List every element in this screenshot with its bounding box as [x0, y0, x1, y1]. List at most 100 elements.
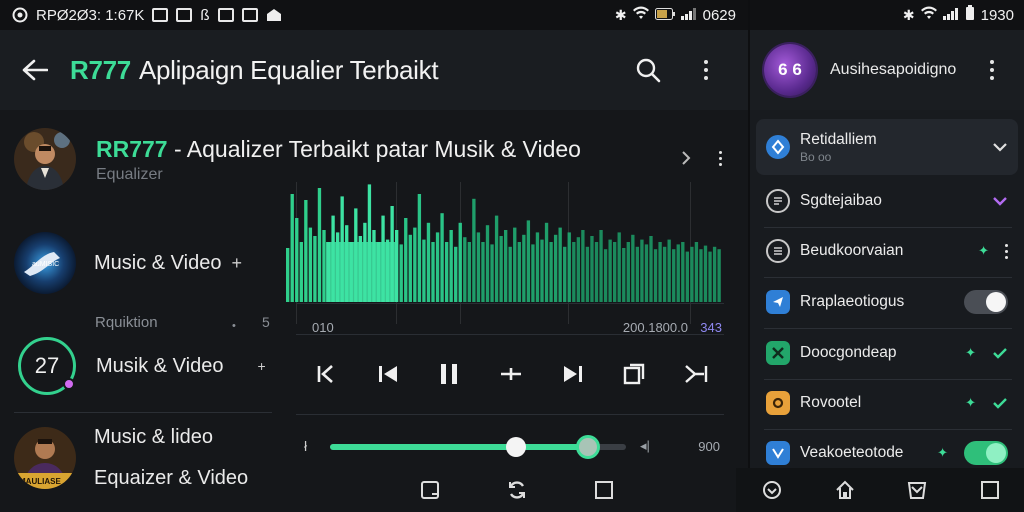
track-brand: RR777: [96, 136, 168, 162]
list-item-label: Musik & Video: [96, 354, 224, 377]
visualizer-bar: [404, 218, 408, 302]
visualizer-bar: [640, 239, 644, 302]
visualizer-bar: [626, 242, 630, 302]
settings-row-label: Rovootel: [800, 394, 862, 411]
nav-shield-button[interactable]: [897, 470, 937, 510]
visualizer-bar: [286, 248, 290, 302]
signal-icon: [942, 7, 959, 24]
slider-thumb[interactable]: [506, 437, 527, 457]
visualizer-bar: [417, 194, 422, 302]
dot-indicator: ✦: [937, 445, 948, 460]
visualizer-bar: [522, 234, 526, 302]
track-open-button[interactable]: [676, 138, 696, 178]
nav-home-button[interactable]: [825, 470, 865, 510]
nav-recent-button[interactable]: [410, 470, 450, 510]
volume-slider[interactable]: ł ◂| 900: [300, 432, 724, 462]
visualizer-bar: [535, 232, 540, 302]
settings-row-2[interactable]: Beudkoorvaian ✦: [756, 226, 1018, 276]
account-header[interactable]: 6 6 Ausihesapoidigno: [750, 30, 1024, 110]
pause-button[interactable]: [431, 356, 467, 392]
settings-row-0[interactable]: Retidalliem Bo oo: [756, 119, 1018, 175]
row-more-icon[interactable]: [1005, 243, 1008, 259]
expand-icon[interactable]: +: [257, 358, 265, 374]
kebab-icon: [718, 150, 722, 166]
visualizer-bar: [622, 248, 626, 302]
settings-row-3[interactable]: Rraplaeotiogus: [756, 277, 1018, 327]
settings-row-5[interactable]: Rovootel ✦: [756, 378, 1018, 428]
visualizer-bar: [354, 208, 358, 302]
nav-bar-right: [736, 468, 1024, 512]
nav-assistant-button[interactable]: [752, 470, 792, 510]
wifi-icon: [920, 6, 937, 24]
slider-track[interactable]: [330, 435, 626, 459]
slider-secondary-thumb[interactable]: [575, 435, 600, 459]
square-icon: [595, 481, 614, 499]
visualizer-bar: [649, 236, 653, 302]
visualizer-bar: [399, 244, 403, 302]
nav-home-button[interactable]: [497, 470, 537, 510]
shuffle-button[interactable]: [678, 356, 714, 392]
visualizer-bar: [549, 242, 553, 302]
track-avatar-item[interactable]: [14, 128, 76, 190]
search-button[interactable]: [628, 50, 668, 90]
visualizer-bar: [508, 246, 512, 302]
visualizer-bar: [481, 242, 485, 302]
tools-icon: [766, 341, 790, 365]
visualizer-bar: [444, 242, 449, 302]
shield-icon: [908, 482, 927, 499]
toggle-knob: [986, 443, 1006, 463]
crossfade-button[interactable]: [493, 356, 529, 392]
visualizer-bar: [690, 246, 694, 302]
toggle-switch[interactable]: [964, 441, 1008, 465]
visualizer-bar: [599, 230, 603, 302]
skip-start-button[interactable]: [308, 356, 344, 392]
nav-overview-button[interactable]: [970, 470, 1010, 510]
visualizer-bar: [381, 215, 385, 302]
visualizer-bar: [590, 236, 594, 302]
status-text: RPØ2Ø3: 1:67K: [36, 6, 145, 24]
add-icon[interactable]: +: [231, 253, 242, 274]
previous-icon: [378, 366, 397, 382]
settings-row-label: Retidalliem: [800, 130, 877, 148]
visualizer-bar: [553, 234, 558, 302]
visualizer-bar: [667, 239, 671, 302]
visualizer-bar: [703, 245, 708, 302]
brand-label: R777: [70, 54, 131, 85]
list-item-music-video[interactable]: auMISIC Music & Video +: [14, 232, 242, 294]
ring-value: 27: [34, 353, 60, 378]
visualizer-bar: [345, 225, 349, 302]
skip-end-icon: [685, 365, 708, 383]
check-icon: [993, 348, 1007, 359]
list-item-musik-video[interactable]: 27 Musik & Video +: [14, 337, 266, 395]
more-options-button[interactable]: [686, 50, 726, 90]
settings-row-1[interactable]: Sgdtejaibao: [756, 176, 1018, 226]
dot-indicator: ✦: [965, 395, 976, 410]
notification-icon: [12, 7, 28, 23]
toggle-switch[interactable]: [964, 290, 1008, 314]
next-button[interactable]: [555, 356, 591, 392]
toggle-knob: [986, 292, 1006, 312]
visualizer-bar: [304, 200, 308, 302]
visualizer-bar: [317, 188, 322, 302]
previous-button[interactable]: [370, 356, 406, 392]
divider: [296, 414, 724, 415]
chevron-right-icon: [682, 151, 691, 165]
repeat-button[interactable]: [616, 356, 652, 392]
visualizer-bar: [563, 246, 567, 302]
visualizer-bar: [376, 242, 381, 302]
visualizer-bar: [717, 249, 721, 302]
track-more-button[interactable]: [710, 138, 730, 178]
list-item-music-lideo[interactable]: MAULIASE Music & lideo Equaizer & Video: [14, 426, 248, 490]
pause-icon: [441, 364, 458, 384]
visualizer-bar: [295, 218, 299, 302]
settings-row-4[interactable]: Doocgondeap ✦: [756, 328, 1018, 378]
panel-more-button[interactable]: [972, 50, 1012, 90]
list-item-label: Music & lideo: [94, 426, 213, 448]
visualizer-bar: [363, 222, 367, 302]
account-avatar[interactable]: 6 6: [764, 44, 816, 96]
nav-overview-button[interactable]: [584, 470, 624, 510]
visualizer-bar: [290, 194, 294, 302]
visualizer-bar: [494, 215, 499, 302]
visualizer-bar: [340, 196, 344, 302]
back-button[interactable]: [0, 30, 70, 110]
